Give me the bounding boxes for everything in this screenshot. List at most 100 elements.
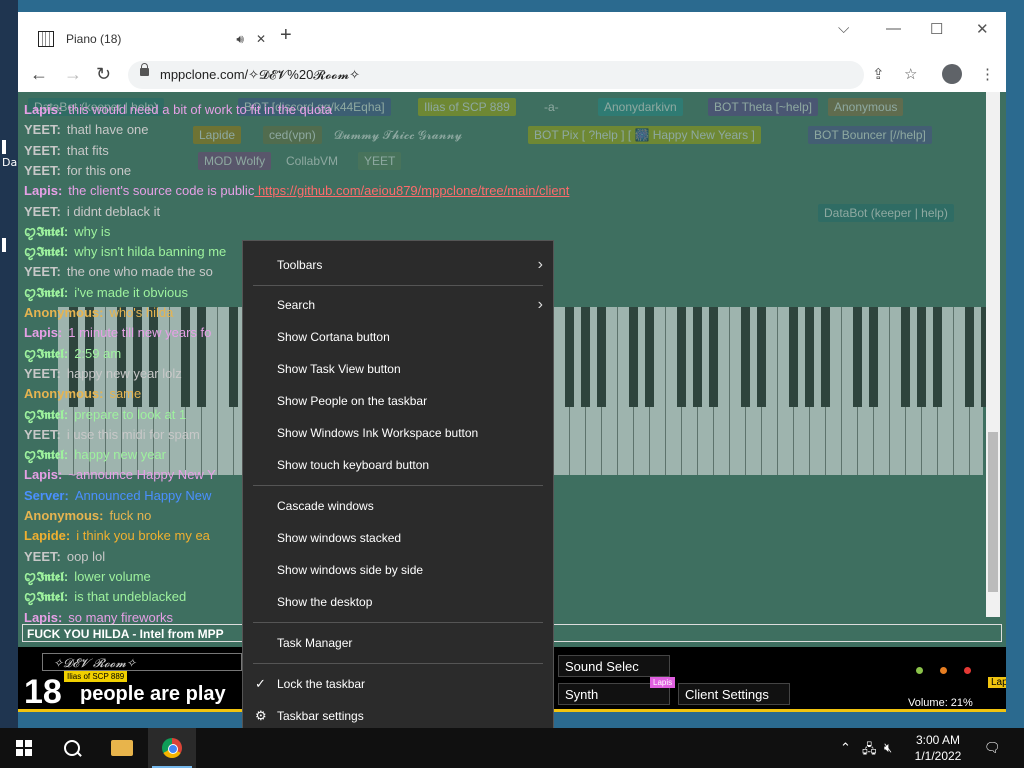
chevron-up-icon[interactable]: ⌃ <box>840 740 851 756</box>
file-explorer-button[interactable] <box>98 728 146 768</box>
forward-icon[interactable]: → <box>64 64 82 85</box>
context-menu-label: Show Windows Ink Workspace button <box>277 426 479 440</box>
chat-username: Lapis: <box>24 325 63 341</box>
chat-message: ꨄ𝕴𝖓𝖙𝖊𝖑: happy new year <box>24 445 166 465</box>
menu-separator <box>253 285 543 286</box>
address-bar[interactable]: mppclone.com/✧𝓓𝓔𝓥%20𝓡𝓸𝓸𝓶✧ <box>128 61 864 89</box>
speaker-icon[interactable]: 🔊︎ <box>236 32 244 47</box>
chat-text: ~announce Happy New Y <box>68 467 216 483</box>
menu-separator <box>253 663 543 664</box>
client-settings-button[interactable]: Client Settings <box>678 683 790 705</box>
chat-username: ꨄ𝕴𝖓𝖙𝖊𝖑: <box>24 244 69 260</box>
search-icon <box>64 740 80 756</box>
chat-username: ꨄ𝕴𝖓𝖙𝖊𝖑: <box>24 406 69 422</box>
context-menu-label: Search <box>277 298 316 312</box>
chat-link[interactable]: https://github.com/aeiou879/mppclone/tre… <box>254 183 569 198</box>
context-menu-item[interactable]: Lock the taskbar ✓ <box>243 668 553 700</box>
chat-text: prepare to look at 1 <box>74 406 187 422</box>
context-menu-label: Show windows stacked <box>277 531 402 545</box>
chat-username: YEET: <box>24 548 61 564</box>
lock-icon <box>140 63 149 76</box>
chat-username: Lapis: <box>24 609 63 625</box>
maximize-button[interactable]: ☐ <box>930 20 943 38</box>
chat-message: Lapide: i think you broke my ea <box>24 526 210 546</box>
chat-username: Lapide: <box>24 528 71 544</box>
chat-message: ꨄ𝕴𝖓𝖙𝖊𝖑: i've made it obvious <box>24 283 188 303</box>
chat-message: Lapis: this would need a bit of work to f… <box>24 100 332 120</box>
menu-kebab-icon[interactable]: ⋮ <box>980 65 995 83</box>
context-menu-label: Show touch keyboard button <box>277 458 430 472</box>
context-menu-label: Show Cortana button <box>277 330 390 344</box>
people-text: people are play <box>80 683 226 705</box>
context-menu-item[interactable]: Task Manager <box>243 627 553 659</box>
chat-scrollbar[interactable] <box>986 92 1000 617</box>
chat-message: ꨄ𝕴𝖓𝖙𝖊𝖑: why is <box>24 222 110 242</box>
context-menu-item[interactable]: Cascade windows <box>243 490 553 522</box>
chat-message: YEET: i didnt deblack it <box>24 202 160 222</box>
minimize-button[interactable]: — <box>886 20 901 37</box>
desktop-icon-marker <box>2 140 6 154</box>
start-button[interactable] <box>0 728 48 768</box>
chat-text: thatl have one <box>66 122 149 138</box>
room-selector[interactable]: ✧𝓓𝓔𝓥 𝓡𝓸𝓸𝓶✧ <box>42 653 242 671</box>
status-dot-orange <box>940 667 947 674</box>
context-menu-item[interactable]: Show People on the taskbar <box>243 385 553 417</box>
user-tag-ilias: Ilias of SCP 889 <box>64 671 128 682</box>
chat-username: Lapis: <box>24 102 63 117</box>
context-menu-item[interactable]: Show the desktop <box>243 586 553 618</box>
chrome-icon <box>162 738 182 758</box>
chat-text: why is <box>74 223 111 239</box>
clock[interactable]: 3:00 AM 1/1/2022 <box>906 732 970 764</box>
chat-text: i've made it obvious <box>74 284 188 300</box>
context-menu-item[interactable]: Show touch keyboard button <box>243 449 553 481</box>
context-menu-item[interactable]: Show windows side by side <box>243 554 553 586</box>
volume-muted-icon[interactable]: 🔇︎ <box>884 740 892 756</box>
browser-toolbar: ← → ↻ mppclone.com/✧𝓓𝓔𝓥%20𝓡𝓸𝓸𝓶✧ ⇪ ☆ ⋮ <box>18 58 1006 93</box>
chrome-taskbar-button[interactable] <box>148 728 196 768</box>
chat-message: Lapis: the client's source code is public… <box>24 181 569 201</box>
new-tab-button[interactable]: + <box>280 24 292 47</box>
clock-time: 3:00 AM <box>915 733 961 747</box>
context-menu-item[interactable]: Toolbars › <box>243 249 553 281</box>
network-icon[interactable]: 🖧︎ <box>862 740 877 762</box>
browser-titlebar: Piano (18) 🔊︎ ✕ + ⌵ — ☐ ✕ <box>18 12 1006 58</box>
chat-message: ꨄ𝕴𝖓𝖙𝖊𝖑: prepare to look at 1 <box>24 405 186 425</box>
search-button[interactable] <box>48 728 96 768</box>
windows-logo-icon <box>16 740 32 756</box>
chat-message: ꨄ𝕴𝖓𝖙𝖊𝖑: lower volume <box>24 567 151 587</box>
chat-message: YEET: thatl have one <box>24 120 149 140</box>
context-menu-item[interactable]: Show windows stacked <box>243 522 553 554</box>
sound-select-button[interactable]: Sound Selec <box>558 655 670 677</box>
chat-message: ꨄ𝕴𝖓𝖙𝖊𝖑: why isn't hilda banning me <box>24 242 226 262</box>
volume-label[interactable]: Volume: 21% <box>908 697 973 709</box>
context-menu-item[interactable]: Show Windows Ink Workspace button <box>243 417 553 449</box>
chevron-right-icon: › <box>537 296 543 313</box>
taskbar-context-menu: Toolbars › Search › Show Cortana button Show … <box>242 240 554 740</box>
context-menu-item[interactable]: Show Cortana button <box>243 321 553 353</box>
taskbar[interactable]: ⌃ 🖧︎ 🔇︎ 3:00 AM 1/1/2022 🗨︎ <box>0 728 1024 768</box>
notification-icon[interactable]: 🗨︎ <box>984 740 1001 756</box>
chat-message: YEET: happy new year lolz <box>24 364 182 384</box>
status-dot-green <box>916 667 923 674</box>
close-window-button[interactable]: ✕ <box>976 20 989 38</box>
share-icon[interactable]: ⇪ <box>872 65 885 83</box>
bookmark-star-icon[interactable]: ☆ <box>904 65 917 83</box>
profile-avatar-icon[interactable] <box>942 64 962 84</box>
chat-username: YEET: <box>24 365 61 381</box>
context-menu-item[interactable]: Search › <box>243 289 553 321</box>
chat-text: 1 minute till new years fo <box>68 325 212 341</box>
close-tab-icon[interactable]: ✕ <box>256 32 266 46</box>
chat-username: ꨄ𝕴𝖓𝖙𝖊𝖑: <box>24 284 69 300</box>
context-menu-item[interactable]: Show Task View button <box>243 353 553 385</box>
reload-icon[interactable]: ↻ <box>96 64 111 85</box>
chat-username: Lapis: <box>24 467 63 483</box>
scrollbar-thumb[interactable] <box>988 432 998 592</box>
desktop-icon-label: Da <box>2 156 18 169</box>
chat-message: Server: Announced Happy New <box>24 486 211 506</box>
back-icon[interactable]: ← <box>30 64 48 85</box>
tab-search-icon[interactable]: ⌵ <box>838 20 849 37</box>
browser-tab[interactable]: Piano (18) 🔊︎ ✕ <box>28 20 278 58</box>
clock-date: 1/1/2022 <box>914 749 962 763</box>
chat-text: who's hilda <box>109 305 174 320</box>
context-menu-label: Toolbars <box>277 258 323 272</box>
